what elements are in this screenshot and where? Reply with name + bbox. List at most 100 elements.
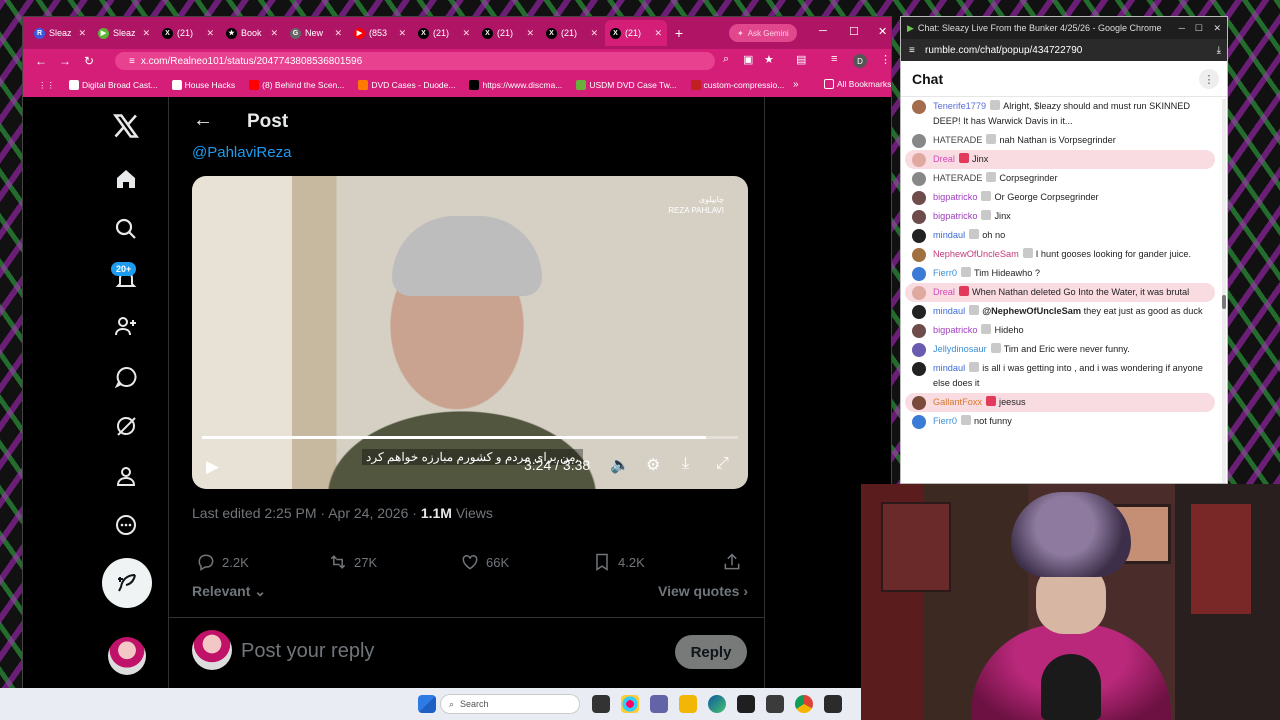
profile-icon[interactable] xyxy=(109,459,143,493)
follow-icon[interactable] xyxy=(109,309,143,343)
forward-icon[interactable]: → xyxy=(53,54,77,68)
chat-username[interactable]: Dreal xyxy=(933,287,955,297)
minimize-icon[interactable]: ─ xyxy=(819,25,827,37)
store-icon[interactable] xyxy=(737,695,755,713)
teams-icon[interactable] xyxy=(650,695,668,713)
chat-username[interactable]: HATERADE xyxy=(933,135,982,145)
bookmark-item[interactable]: https://www.discma... xyxy=(464,80,567,90)
chat-avatar[interactable] xyxy=(912,415,926,429)
bookmark-action[interactable]: 4.2K xyxy=(592,552,645,572)
back-icon[interactable]: ← xyxy=(29,54,53,68)
maximize-icon[interactable]: ☐ xyxy=(849,25,859,38)
ask-gemini-button[interactable]: ✦ Ask Gemini xyxy=(729,24,797,42)
menu-icon[interactable]: ⋮ xyxy=(880,53,891,66)
view-quotes-link[interactable]: View quotes › xyxy=(658,583,748,599)
chat-mention[interactable]: @NephewOfUncleSam xyxy=(982,306,1081,316)
browser-tab[interactable]: ★ Book ✕ xyxy=(221,20,283,46)
reply-action[interactable]: 2.2K xyxy=(196,552,249,572)
chat-username[interactable]: bigpatricko xyxy=(933,211,977,221)
video-player[interactable]: چایپلوی REZA PAHLAVI من برای مردم و کشورم… xyxy=(192,176,748,489)
close-window-icon[interactable]: ✕ xyxy=(878,25,887,38)
zoom-icon[interactable]: ⌕ xyxy=(723,53,729,66)
minimize-icon[interactable]: ─ xyxy=(1179,23,1185,33)
extensions-icon[interactable]: ≡ xyxy=(831,53,837,65)
tab-close-icon[interactable]: ✕ xyxy=(398,28,406,39)
chat-avatar[interactable] xyxy=(912,286,926,300)
back-arrow-icon[interactable]: ← xyxy=(193,109,213,132)
maximize-icon[interactable]: ☐ xyxy=(1195,23,1203,34)
tab-close-icon[interactable]: ✕ xyxy=(334,28,342,39)
chat-username[interactable]: GallantFoxx xyxy=(933,397,982,407)
site-info-icon[interactable]: ≡ xyxy=(909,45,915,56)
all-bookmarks-folder[interactable]: All Bookmarks xyxy=(819,79,891,89)
taskbar-search[interactable]: ⌕ Search xyxy=(440,694,580,714)
edge-icon[interactable] xyxy=(708,695,726,713)
compose-post-button[interactable] xyxy=(102,558,152,608)
tab-close-icon[interactable]: ✕ xyxy=(590,28,598,39)
account-avatar[interactable] xyxy=(108,637,146,675)
bookmark-star-icon[interactable]: ★ xyxy=(764,53,774,66)
cast-icon[interactable]: ▣ xyxy=(743,53,753,66)
chat-avatar[interactable] xyxy=(912,172,926,186)
play-icon[interactable]: ▶ xyxy=(206,457,219,477)
explore-icon[interactable] xyxy=(109,212,143,246)
chat-avatar[interactable] xyxy=(912,362,926,376)
chat-avatar[interactable] xyxy=(912,343,926,357)
browser-tab[interactable]: ▶ Sleaz ✕ xyxy=(93,20,155,46)
file-explorer-icon[interactable] xyxy=(679,695,697,713)
reply-button[interactable]: Reply xyxy=(675,635,747,669)
tab-close-icon[interactable]: ✕ xyxy=(270,28,278,39)
tab-close-icon[interactable]: ✕ xyxy=(142,28,150,39)
chat-avatar[interactable] xyxy=(912,396,926,410)
tab-close-icon[interactable]: ✕ xyxy=(206,28,214,39)
bookmark-item[interactable]: DVD Cases - Duode... xyxy=(353,80,460,90)
browser-tab[interactable]: X (21) ✕ xyxy=(541,20,603,46)
chat-username[interactable]: HATERADE xyxy=(933,173,982,183)
settings-gear-icon[interactable]: ⚙ xyxy=(646,455,660,475)
chat-avatar[interactable] xyxy=(912,305,926,319)
chat-avatar[interactable] xyxy=(912,191,926,205)
new-tab-icon[interactable]: + xyxy=(669,25,689,41)
copilot-icon[interactable] xyxy=(621,695,639,713)
sidepanel-icon[interactable]: ▤ xyxy=(796,53,806,66)
browser-tab[interactable]: R Sleaz ✕ xyxy=(29,20,91,46)
chat-avatar[interactable] xyxy=(912,324,926,338)
bookmark-item[interactable]: House Hacks xyxy=(167,80,241,90)
browser-tab[interactable]: X (21) ✕ xyxy=(605,20,667,46)
chat-scrollbar[interactable] xyxy=(1222,99,1226,483)
page-scrollbar[interactable] xyxy=(891,153,892,183)
bookmark-item[interactable]: (8) Behind the Scen... xyxy=(244,80,349,90)
app-icon[interactable] xyxy=(824,695,842,713)
browser-tab[interactable]: X (21) ✕ xyxy=(413,20,475,46)
mini-player-icon[interactable]: ⤓ xyxy=(682,455,689,473)
grok-icon[interactable] xyxy=(109,409,143,443)
grok-chat-icon[interactable] xyxy=(109,360,143,394)
chat-username[interactable]: Jellydinosaur xyxy=(933,344,987,354)
chat-message-list[interactable]: Tenerife1779 Alright, $leazy should and m… xyxy=(901,97,1221,483)
address-bar[interactable]: ≡ x.com/Realneo101/status/20477438085368… xyxy=(115,52,715,70)
chat-username[interactable]: bigpatricko xyxy=(933,325,977,335)
home-icon[interactable] xyxy=(109,162,143,196)
chat-avatar[interactable] xyxy=(912,267,926,281)
windows-start-icon[interactable] xyxy=(418,695,436,713)
chat-username[interactable]: mindaul xyxy=(933,230,965,240)
browser-tab[interactable]: ▶ (853 ✕ xyxy=(349,20,411,46)
chat-avatar[interactable] xyxy=(912,210,926,224)
download-icon[interactable]: ⤓ xyxy=(1217,45,1221,56)
apps-icon[interactable]: ⋮⋮ xyxy=(33,80,60,91)
reload-icon[interactable]: ↻ xyxy=(77,54,101,68)
chat-username[interactable]: Fierr0 xyxy=(933,416,957,426)
like-action[interactable]: 66K xyxy=(460,552,509,572)
chat-username[interactable]: Tenerife1779 xyxy=(933,101,986,111)
tab-close-icon[interactable]: ✕ xyxy=(654,28,662,39)
browser-tab[interactable]: X (21) ✕ xyxy=(157,20,219,46)
sort-dropdown[interactable]: Relevant ⌄ xyxy=(192,583,266,600)
reply-input[interactable]: Post your reply xyxy=(241,640,374,663)
more-bookmarks-icon[interactable]: » xyxy=(793,79,799,90)
x-logo-icon[interactable] xyxy=(109,109,143,143)
bookmark-item[interactable]: USDM DVD Case Tw... xyxy=(571,80,681,90)
browser-tab[interactable]: G New ✕ xyxy=(285,20,347,46)
mention-link[interactable]: @PahlaviReza xyxy=(192,144,291,161)
chat-username[interactable]: Dreal xyxy=(933,154,955,164)
chrome-icon[interactable] xyxy=(795,695,813,713)
